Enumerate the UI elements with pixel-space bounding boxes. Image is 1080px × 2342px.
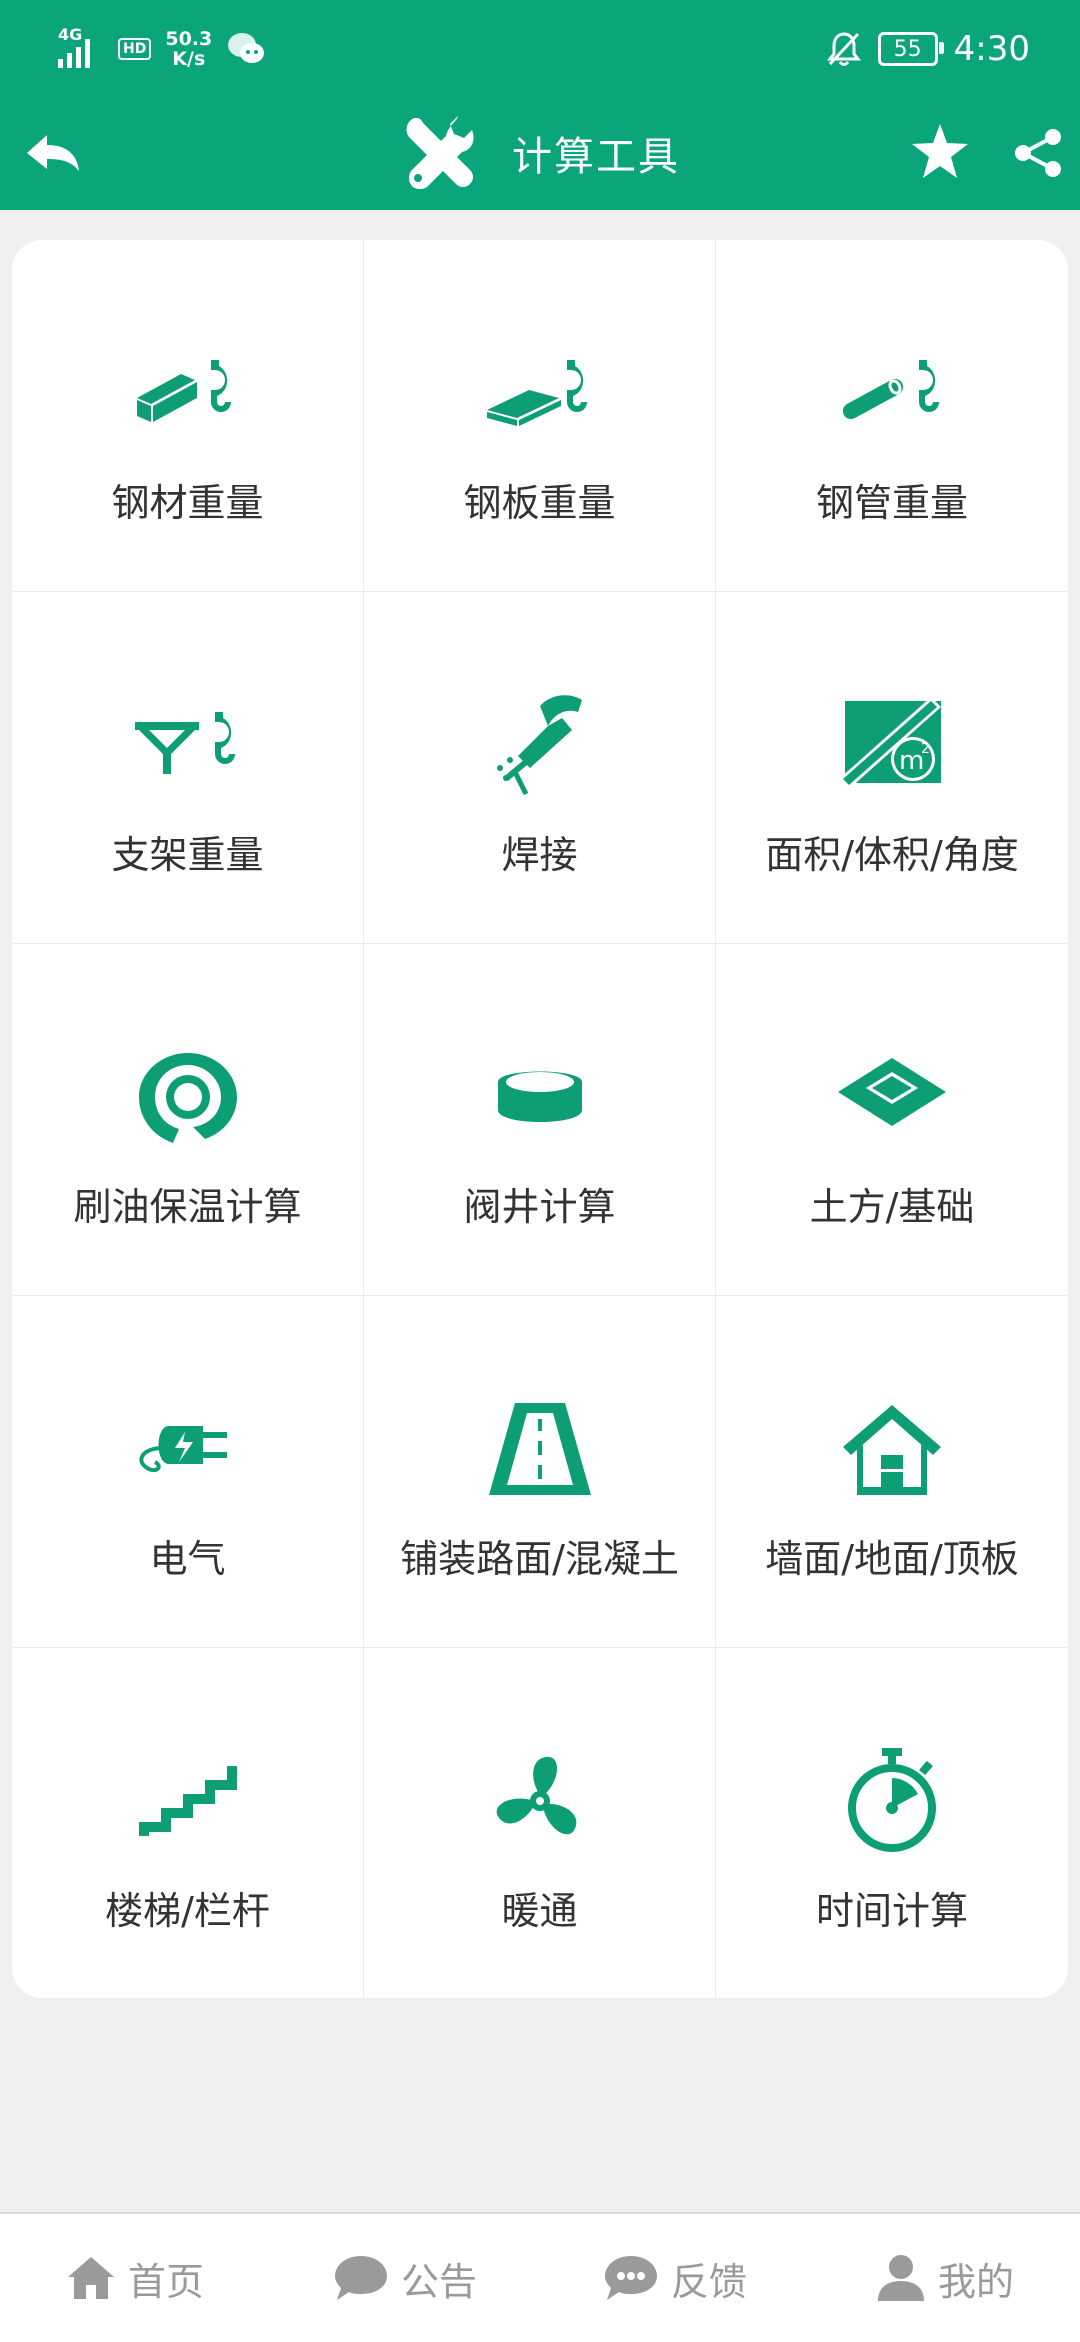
tool-label: 钢管重量 xyxy=(815,481,968,525)
steel-plate-hook-icon xyxy=(486,360,587,426)
tool-steel-weight[interactable]: 钢材重量 xyxy=(12,240,364,592)
tool-earthwork-foundation[interactable]: 土方/基础 xyxy=(716,944,1068,1296)
favorite-button[interactable] xyxy=(906,112,974,190)
tool-label: 时间计算 xyxy=(815,1889,968,1933)
tool-label: 焊接 xyxy=(501,833,578,877)
bell-mute-icon xyxy=(826,32,861,66)
stopwatch-icon xyxy=(848,1748,936,1852)
tool-hvac[interactable]: 暖通 xyxy=(364,1648,716,1998)
tools-grid: 钢材重量 钢板重量 钢管重量 支架重量 焊接 m 2 面积/体积/角度 刷油保温… xyxy=(12,240,1068,1998)
nav-announcements[interactable]: 公告 xyxy=(270,2214,540,2342)
chat-bubble-icon xyxy=(334,2256,387,2300)
share-icon xyxy=(1015,129,1061,177)
insulation-ring-icon xyxy=(138,1053,237,1143)
tool-label: 钢材重量 xyxy=(111,481,264,525)
wechat-icon xyxy=(228,33,265,63)
tools-icon xyxy=(406,116,474,189)
title-bar: 计算工具 xyxy=(0,96,1080,210)
nav-home[interactable]: 首页 xyxy=(0,2214,270,2342)
ruler-area-icon: m 2 xyxy=(839,697,941,789)
fan-icon xyxy=(496,1756,576,1835)
nav-label: 反馈 xyxy=(670,2259,747,2304)
valve-well-icon xyxy=(497,1071,582,1122)
tool-wall-floor-ceiling[interactable]: 墙面/地面/顶板 xyxy=(716,1296,1068,1648)
tool-welding[interactable]: 焊接 xyxy=(364,592,716,944)
feedback-bubble-icon xyxy=(604,2256,657,2300)
tool-label: 阀井计算 xyxy=(463,1185,616,1229)
tool-electrical[interactable]: 电气 xyxy=(12,1296,364,1648)
tool-label: 钢板重量 xyxy=(463,481,616,525)
tool-paving-concrete[interactable]: 铺装路面/混凝土 xyxy=(364,1296,716,1648)
clock: 4:30 xyxy=(953,29,1030,69)
tool-label: 墙面/地面/顶板 xyxy=(765,1537,1019,1581)
tool-label: 楼梯/栏杆 xyxy=(105,1889,270,1933)
network-speed: 50.3 K/s xyxy=(165,28,213,70)
tool-valve-well[interactable]: 阀井计算 xyxy=(364,944,716,1296)
bracket-hook-icon xyxy=(134,712,235,774)
electric-plug-icon xyxy=(139,1426,227,1473)
tool-label: 电气 xyxy=(149,1537,226,1581)
user-icon xyxy=(877,2255,924,2301)
welding-torch-icon xyxy=(496,695,582,796)
steel-pipe-hook-icon xyxy=(842,360,939,420)
bottom-nav: 首页 公告 反馈 我的 xyxy=(0,2212,1080,2342)
tool-bracket-weight[interactable]: 支架重量 xyxy=(12,592,364,944)
star-icon xyxy=(912,124,968,178)
battery-indicator: 55 xyxy=(877,32,944,66)
home-icon xyxy=(67,2257,114,2299)
page-title: 计算工具 xyxy=(512,134,680,180)
tool-area-volume-angle[interactable]: m 2 面积/体积/角度 xyxy=(716,592,1068,944)
tool-label: 土方/基础 xyxy=(809,1185,975,1229)
svg-text:2: 2 xyxy=(921,741,930,757)
road-icon xyxy=(488,1403,591,1495)
nav-label: 首页 xyxy=(127,2259,204,2304)
tool-label: 刷油保温计算 xyxy=(73,1185,302,1229)
tool-label: 面积/体积/角度 xyxy=(765,833,1019,877)
house-icon xyxy=(843,1405,941,1495)
stairs-icon xyxy=(138,1766,237,1836)
tool-time-calc[interactable]: 时间计算 xyxy=(716,1648,1068,1998)
status-bar: 4G HD 50.3 K/s 55 4:30 xyxy=(0,0,1080,96)
hd-badge: HD xyxy=(118,38,152,60)
tool-plate-weight[interactable]: 钢板重量 xyxy=(364,240,716,592)
tool-pipe-weight[interactable]: 钢管重量 xyxy=(716,240,1068,592)
earthwork-icon xyxy=(838,1058,946,1126)
nav-label: 我的 xyxy=(937,2259,1014,2304)
signal-icon: 4G xyxy=(56,25,104,69)
share-button[interactable] xyxy=(1006,116,1070,190)
tool-stairs-railing[interactable]: 楼梯/栏杆 xyxy=(12,1648,364,1998)
nav-profile[interactable]: 我的 xyxy=(810,2214,1080,2342)
tool-painting-insulation[interactable]: 刷油保温计算 xyxy=(12,944,364,1296)
tool-label: 暖通 xyxy=(501,1889,578,1933)
nav-label: 公告 xyxy=(400,2259,477,2304)
tool-label: 支架重量 xyxy=(111,833,264,877)
nav-feedback[interactable]: 反馈 xyxy=(540,2214,810,2342)
tools-card: 钢材重量 钢板重量 钢管重量 支架重量 焊接 m 2 面积/体积/角度 刷油保温… xyxy=(12,240,1068,1998)
steel-bar-hook-icon xyxy=(136,360,231,422)
tool-label: 铺装路面/混凝土 xyxy=(400,1537,679,1581)
